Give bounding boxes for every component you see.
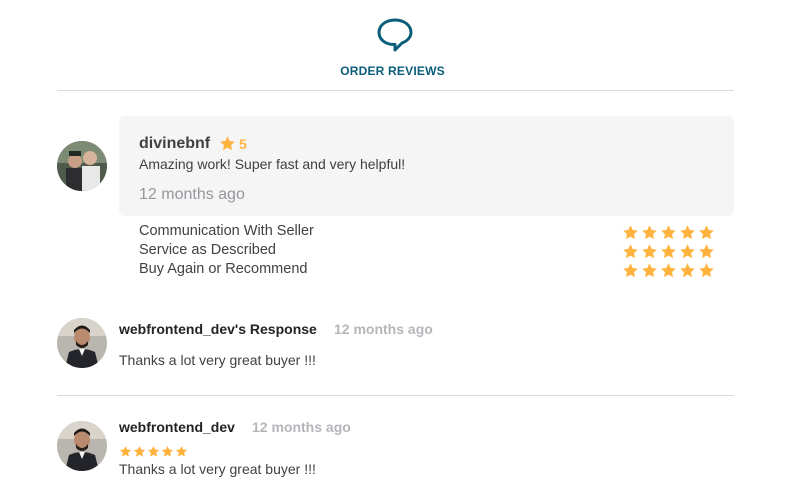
star-icon: [642, 225, 657, 240]
avatar[interactable]: [57, 141, 107, 191]
star-icon: [642, 244, 657, 259]
star-icon: [623, 244, 638, 259]
star-icon: [680, 225, 695, 240]
page-title: ORDER REVIEWS: [340, 64, 445, 78]
buyer-review-text: Thanks a lot very great buyer !!!: [119, 461, 316, 477]
star-icon: [220, 136, 235, 151]
reviewer-username[interactable]: divinebnf: [139, 135, 210, 153]
criteria-stars-service: [622, 243, 715, 260]
buyer-review-stars: [119, 445, 188, 458]
divider: [57, 90, 734, 91]
star-icon: [680, 244, 695, 259]
star-icon: [623, 225, 638, 240]
star-icon: [119, 445, 132, 457]
speech-bubble-icon: [377, 18, 413, 52]
response-time: 12 months ago: [334, 321, 433, 337]
review-rating: 5: [219, 135, 247, 152]
criteria-recommend: Buy Again or Recommend: [139, 261, 308, 277]
rating-value: 5: [239, 135, 247, 152]
divider: [57, 395, 734, 396]
star-icon: [623, 263, 638, 278]
star-icon: [175, 445, 188, 457]
criteria-stars-recommend: [622, 262, 715, 279]
star-icon: [661, 263, 676, 278]
avatar[interactable]: [57, 318, 107, 368]
buyer-review-time: 12 months ago: [252, 419, 351, 435]
criteria-service: Service as Described: [139, 242, 276, 258]
buyer-review-author[interactable]: webfrontend_dev: [119, 419, 235, 435]
star-icon: [642, 263, 657, 278]
star-icon: [661, 225, 676, 240]
star-icon: [161, 445, 174, 457]
criteria-stars-communication: [622, 224, 715, 241]
response-author[interactable]: webfrontend_dev's Response: [119, 321, 317, 337]
star-icon: [699, 263, 714, 278]
star-icon: [699, 244, 714, 259]
review-card: divinebnf 5 Amazing work! Super fast and…: [119, 116, 734, 216]
star-icon: [147, 445, 160, 457]
star-icon: [133, 445, 146, 457]
star-icon: [661, 244, 676, 259]
review-time: 12 months ago: [139, 186, 245, 203]
avatar[interactable]: [57, 421, 107, 471]
star-icon: [699, 225, 714, 240]
response-text: Thanks a lot very great buyer !!!: [119, 352, 316, 368]
star-icon: [680, 263, 695, 278]
criteria-communication: Communication With Seller: [139, 223, 314, 239]
review-text: Amazing work! Super fast and very helpfu…: [139, 156, 406, 172]
